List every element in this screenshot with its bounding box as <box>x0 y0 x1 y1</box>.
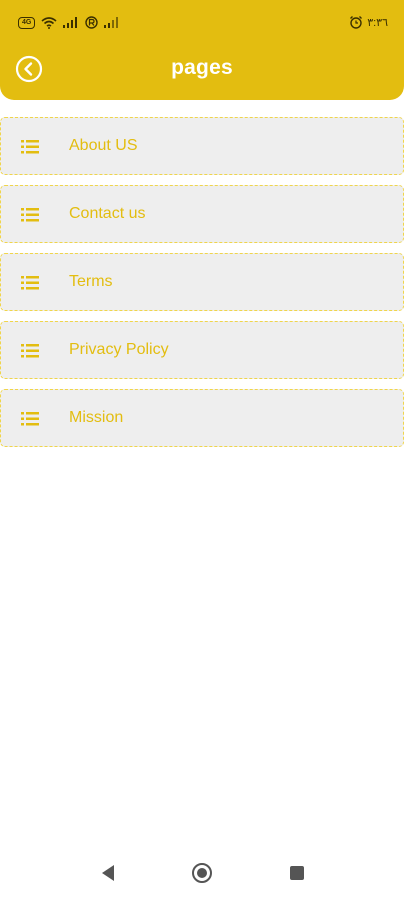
system-nav-bar <box>0 846 404 900</box>
list-item-terms[interactable]: Terms <box>0 253 404 311</box>
list-item-label: Privacy Policy <box>69 341 169 358</box>
title-row: pages <box>0 46 404 94</box>
wifi-icon <box>41 16 57 29</box>
signal-icon-2 <box>104 17 119 28</box>
triangle-back-icon <box>102 865 114 881</box>
list-icon <box>21 344 39 358</box>
list-item-label: Contact us <box>69 205 146 222</box>
nav-home-button[interactable] <box>187 858 217 888</box>
status-time: ٣:٣٦ <box>367 16 388 29</box>
status-bar: 4G ٣:٣٦ <box>0 0 404 46</box>
list-item-privacy-policy[interactable]: Privacy Policy <box>0 321 404 379</box>
alarm-icon <box>350 16 363 29</box>
nav-back-button[interactable] <box>93 858 123 888</box>
list-icon <box>21 208 39 222</box>
list-item-label: Terms <box>69 273 113 290</box>
network-badge: 4G <box>18 16 36 29</box>
list-item-label: Mission <box>69 409 124 426</box>
circle-home-icon <box>192 863 212 883</box>
status-right-group: ٣:٣٦ <box>349 15 388 29</box>
nav-recents-button[interactable] <box>282 858 312 888</box>
list-icon <box>21 276 39 290</box>
square-recents-icon <box>290 866 304 880</box>
page-title: pages <box>171 56 233 79</box>
pages-screen: 4G ٣:٣٦ pages About US Contact us Terms … <box>0 0 404 900</box>
r-circle-icon <box>85 16 99 29</box>
signal-icon <box>63 17 78 28</box>
pages-list: About US Contact us Terms Privacy Policy… <box>0 117 404 457</box>
list-item-contact-us[interactable]: Contact us <box>0 185 404 243</box>
list-icon <box>21 140 39 154</box>
app-header: 4G ٣:٣٦ pages <box>0 0 404 100</box>
list-icon <box>21 412 39 426</box>
list-item-mission[interactable]: Mission <box>0 389 404 447</box>
list-item-label: About US <box>69 137 138 154</box>
status-left-group: 4G <box>18 16 120 29</box>
list-item-about-us[interactable]: About US <box>0 117 404 175</box>
